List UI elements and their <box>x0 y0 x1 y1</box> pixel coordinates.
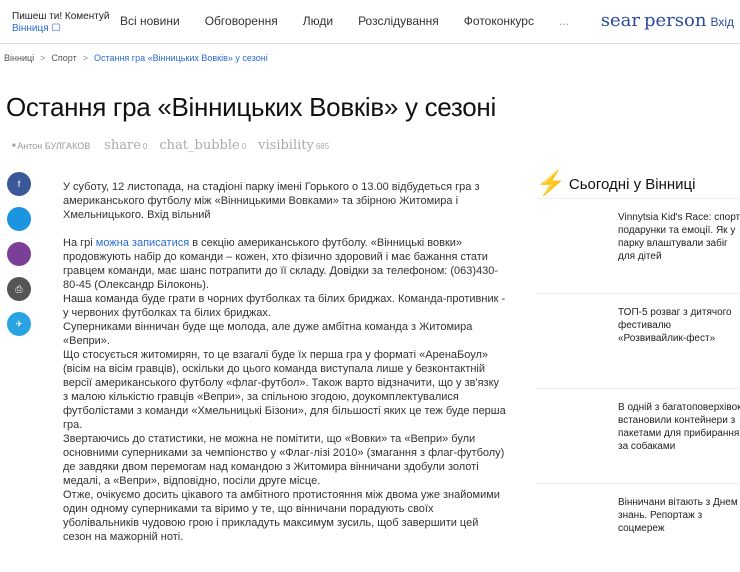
paragraph-text: На грі <box>63 237 96 249</box>
share-buttons: f ⎙ ✈ <box>7 172 31 336</box>
sidebar-news-item[interactable]: В одній з багатоповерхівок встановили ко… <box>536 388 740 483</box>
share-count: 0 <box>142 142 148 151</box>
page-title: Остання гра «Вінницьких Вовків» у сезоні <box>6 92 496 122</box>
article-paragraph: Звертаючись до статистики, не можна не п… <box>63 433 505 487</box>
sidebar-news-title[interactable]: ТОП-5 розваг з дитячого фестивалю «Розви… <box>618 306 740 345</box>
sidebar-header: ⚡ Сьогодні у Вінниці <box>536 170 740 198</box>
viber-icon[interactable] <box>7 242 31 266</box>
city-selector[interactable]: Вінниця ☐ <box>12 23 110 35</box>
breadcrumb-current[interactable]: Остання гра «Вінницьких Вовків» у сезоні <box>94 53 268 63</box>
sidebar-news-item[interactable]: Vinnytsia Kid's Race: спорт, подарунки т… <box>536 198 740 293</box>
article-paragraph: Наша команда буде грати в чорних футболк… <box>63 293 506 319</box>
views-count: 685 <box>315 142 330 151</box>
telegram-icon[interactable]: ✈ <box>7 312 31 336</box>
nav-all-news[interactable]: Всі новини <box>120 14 180 28</box>
header-tools: sear person Вхід <box>601 10 734 31</box>
share-icon[interactable]: share <box>104 138 141 153</box>
print-icon[interactable]: ⎙ <box>7 277 31 301</box>
today-sidebar: ⚡ Сьогодні у Вінниці Vinnytsia Kid's Rac… <box>536 170 740 572</box>
signup-link[interactable]: можна записатися <box>96 237 189 249</box>
nav-people[interactable]: Люди <box>303 14 333 28</box>
sidebar-news-title[interactable]: В одній з багатоповерхівок встановили ко… <box>618 401 740 453</box>
article-paragraph: Отже, очікуємо досить цікавого та амбітн… <box>63 489 500 543</box>
author-name[interactable]: Антон БУЛГАКОВ <box>12 141 90 151</box>
lightning-icon: ⚡ <box>536 170 566 197</box>
top-navigation-bar: Пишеш ти! Коментуй Вінниця ☐ Всі новини … <box>0 0 740 44</box>
article-body: У суботу, 12 листопада, на стадіоні парк… <box>63 180 507 544</box>
twitter-icon[interactable] <box>7 207 31 231</box>
person-icon[interactable]: person <box>644 10 706 31</box>
sidebar-news-item[interactable]: Вінничани вітають з Днем знань. Репортаж… <box>536 483 740 572</box>
chat-bubble-icon[interactable]: chat_bubble <box>159 138 239 153</box>
site-brand[interactable]: Пишеш ти! Коментуй Вінниця ☐ <box>12 11 110 35</box>
nav-photo-contest[interactable]: Фотоконкурс <box>464 14 534 28</box>
nav-discussions[interactable]: Обговорення <box>205 14 278 28</box>
breadcrumb: Вінниці > Спорт > Остання гра «Вінницьких Во… <box>4 53 268 63</box>
sidebar-news-title[interactable]: Вінничани вітають з Днем знань. Репортаж… <box>618 496 740 535</box>
sidebar-news-item[interactable]: ТОП-5 розваг з дитячого фестивалю «Розви… <box>536 293 740 388</box>
comments-count: 0 <box>241 142 247 151</box>
article-paragraph: На грі можна записатися в секцію америка… <box>63 236 507 292</box>
main-nav: Всі новини Обговорення Люди Розслідуванн… <box>120 14 594 28</box>
nav-more[interactable]: ... <box>559 14 569 28</box>
breadcrumb-separator: > <box>82 53 88 63</box>
breadcrumb-item-sport[interactable]: Спорт <box>51 53 76 63</box>
nav-investigations[interactable]: Розслідування <box>358 14 439 28</box>
sidebar-news-title[interactable]: Vinnytsia Kid's Race: спорт, подарунки т… <box>618 211 740 263</box>
sidebar-title[interactable]: Сьогодні у Вінниці <box>569 176 696 193</box>
article-lead: У суботу, 12 листопада, на стадіоні парк… <box>63 181 480 221</box>
visibility-icon: visibility <box>258 138 314 153</box>
article-paragraph: Що стосується житомирян, то це взагалі б… <box>63 349 506 431</box>
facebook-icon[interactable]: f <box>7 172 31 196</box>
search-icon[interactable]: sear <box>601 10 640 31</box>
article-meta: Антон БУЛГАКОВ share0 chat_bubble0 visib… <box>12 138 329 153</box>
login-link[interactable]: Вхід <box>710 15 734 29</box>
article-paragraph: Суперниками вінничан буде ще молода, але… <box>63 321 473 347</box>
brand-tagline: Пишеш ти! Коментуй <box>12 11 110 22</box>
breadcrumb-separator: > <box>40 53 46 63</box>
breadcrumb-item-home[interactable]: Вінниці <box>4 53 34 63</box>
